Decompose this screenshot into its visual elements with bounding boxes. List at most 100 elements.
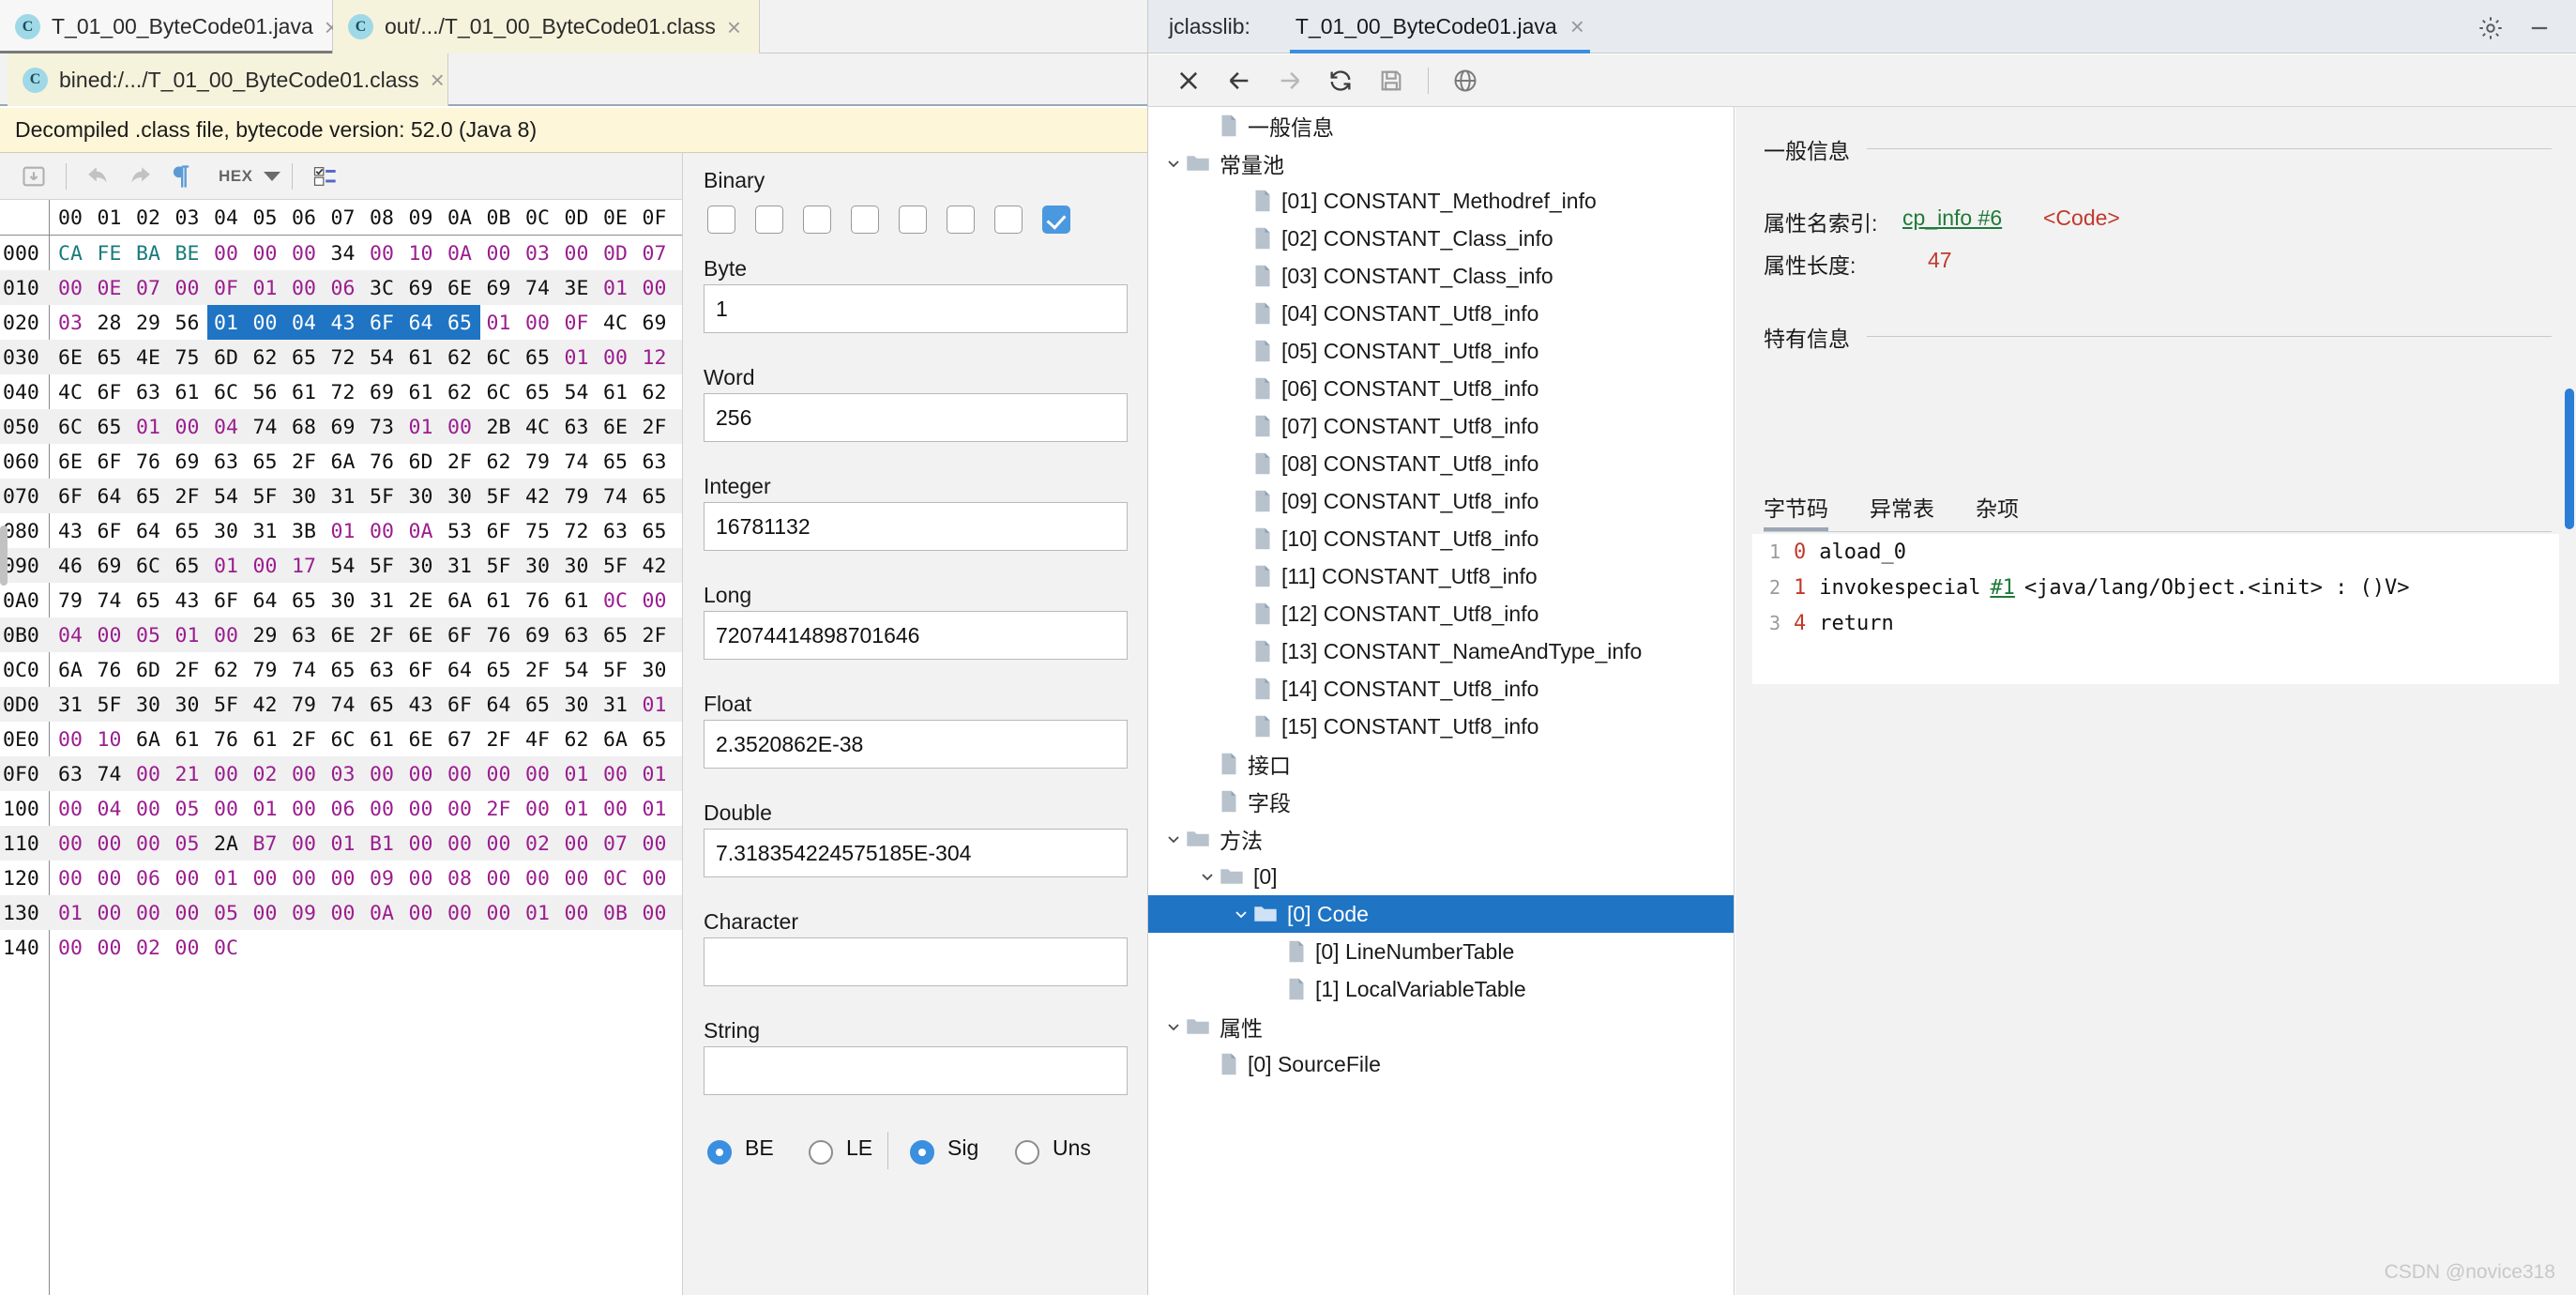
hex-byte[interactable]: 00 [253, 555, 278, 578]
tree-node[interactable]: [0] LineNumberTable [1148, 933, 1734, 970]
jclasslib-tab[interactable]: T_01_00_ByteCode01.java × [1290, 0, 1590, 53]
hex-byte[interactable]: 00 [370, 242, 394, 266]
tree-expander[interactable] [1229, 714, 1253, 739]
hex-byte[interactable]: 65 [603, 450, 628, 474]
hex-byte[interactable]: 00 [487, 763, 511, 786]
hex-byte[interactable]: 00 [565, 242, 589, 266]
hex-byte[interactable]: 79 [292, 693, 316, 717]
hex-byte[interactable]: 00 [409, 867, 433, 891]
hex-byte[interactable]: 0A [409, 520, 433, 543]
hex-byte[interactable]: 65 [525, 381, 550, 404]
hex-byte[interactable]: 00 [98, 624, 122, 648]
hex-byte[interactable]: 76 [214, 728, 238, 752]
tree-node[interactable]: [01] CONSTANT_Methodref_info [1148, 182, 1734, 220]
hex-byte[interactable]: 54 [331, 555, 356, 578]
hex-byte[interactable]: 6F [409, 659, 433, 682]
hex-byte[interactable]: 01 [525, 902, 550, 925]
hex-byte[interactable]: 74 [253, 416, 278, 439]
hex-byte[interactable]: 30 [565, 555, 589, 578]
inspector-field-double[interactable]: 7.318354224575185E-304 [704, 829, 1128, 877]
hex-row[interactable]: 0D0 31 5F 30 30 5F 42 79 74 65 43 6F 64 65 30 31 01 [0, 687, 682, 722]
hex-byte[interactable]: 61 [409, 346, 433, 370]
hex-byte[interactable]: 30 [409, 555, 433, 578]
hex-byte[interactable]: 6E [409, 624, 433, 648]
hex-byte[interactable]: 00 [525, 763, 550, 786]
hex-byte[interactable]: 43 [331, 312, 356, 335]
tree-expander[interactable] [1229, 564, 1253, 588]
hex-byte[interactable]: 62 [447, 346, 472, 370]
hex-byte[interactable]: 2F [292, 450, 316, 474]
hex-byte[interactable]: 43 [409, 693, 433, 717]
hex-byte[interactable]: 46 [58, 555, 83, 578]
hex-byte[interactable]: 42 [643, 555, 667, 578]
hex-byte[interactable]: 00 [292, 798, 316, 821]
hex-byte[interactable]: 76 [525, 589, 550, 613]
hex-byte[interactable]: 76 [487, 624, 511, 648]
hex-byte[interactable]: 00 [447, 763, 472, 786]
hex-byte[interactable]: B7 [253, 832, 278, 856]
checkbox-list-icon[interactable] [304, 158, 345, 195]
hex-byte[interactable]: 2F [487, 798, 511, 821]
hex-row[interactable]: 020 03 28 29 56 01 00 04 43 6F 64 65 01 00 0F 4C 69 [0, 305, 682, 340]
hex-byte[interactable]: 65 [175, 555, 200, 578]
hex-byte[interactable]: 00 [370, 798, 394, 821]
undo-icon[interactable] [78, 158, 119, 195]
hex-byte[interactable]: 30 [331, 589, 356, 613]
hex-byte[interactable]: 31 [58, 693, 83, 717]
hex-byte[interactable]: 2B [487, 416, 511, 439]
hex-byte[interactable]: 5F [370, 555, 394, 578]
hex-byte[interactable]: 00 [565, 832, 589, 856]
hex-byte[interactable]: 00 [58, 867, 83, 891]
hex-byte[interactable]: 00 [525, 798, 550, 821]
hex-byte[interactable]: 02 [525, 832, 550, 856]
hex-byte[interactable]: 30 [525, 555, 550, 578]
hex-byte[interactable]: 00 [292, 277, 316, 300]
hex-byte[interactable]: 65 [136, 589, 160, 613]
tree-expander[interactable] [1161, 1014, 1186, 1039]
hex-byte[interactable]: 65 [331, 659, 356, 682]
hex-byte[interactable]: 65 [292, 589, 316, 613]
hex-byte[interactable]: 61 [253, 728, 278, 752]
hex-byte[interactable]: 00 [292, 867, 316, 891]
hex-byte[interactable]: 00 [370, 520, 394, 543]
hex-byte[interactable]: 01 [136, 416, 160, 439]
hex-byte[interactable]: 75 [525, 520, 550, 543]
hex-byte[interactable]: 64 [447, 659, 472, 682]
binary-bit-checkbox[interactable] [899, 206, 927, 234]
hex-row[interactable]: 110 00 00 00 05 2A B7 00 01 B1 00 00 00 02 00 07 00 [0, 826, 682, 861]
hex-byte[interactable]: 79 [253, 659, 278, 682]
hex-byte[interactable]: 62 [565, 728, 589, 752]
hex-byte[interactable]: 29 [136, 312, 160, 335]
hex-byte[interactable]: 56 [175, 312, 200, 335]
hex-byte[interactable]: 00 [175, 937, 200, 960]
hex-byte[interactable]: 00 [98, 832, 122, 856]
hex-byte[interactable]: 61 [409, 381, 433, 404]
inspector-field-byte[interactable]: 1 [704, 284, 1128, 333]
hex-byte[interactable]: 00 [214, 624, 238, 648]
hex-byte[interactable]: 63 [565, 624, 589, 648]
tree-node[interactable]: [03] CONSTANT_Class_info [1148, 257, 1734, 295]
hex-byte[interactable]: 43 [58, 520, 83, 543]
forward-arrow-icon[interactable] [1265, 60, 1315, 101]
tree-node[interactable]: [0] [1148, 858, 1734, 895]
hex-byte[interactable]: 00 [525, 312, 550, 335]
tree-node[interactable]: [07] CONSTANT_Utf8_info [1148, 407, 1734, 445]
tree-node[interactable]: [15] CONSTANT_Utf8_info [1148, 708, 1734, 745]
paragraph-icon[interactable] [160, 158, 202, 195]
hex-byte[interactable]: 01 [58, 902, 83, 925]
tree-expander[interactable] [1229, 602, 1253, 626]
tree-node[interactable]: [0] SourceFile [1148, 1045, 1734, 1083]
hex-byte[interactable]: 63 [292, 624, 316, 648]
hex-byte[interactable]: 6F [447, 624, 472, 648]
hex-byte[interactable]: 00 [525, 867, 550, 891]
hex-byte[interactable]: 05 [214, 902, 238, 925]
inspector-field-long[interactable]: 72074414898701646 [704, 611, 1128, 660]
hex-byte[interactable]: 21 [175, 763, 200, 786]
hex-byte[interactable]: 62 [487, 450, 511, 474]
tree-node[interactable]: [0] Code [1148, 895, 1734, 933]
hex-byte[interactable]: 00 [214, 242, 238, 266]
radio-be[interactable] [707, 1140, 732, 1165]
hex-byte[interactable]: 2F [447, 450, 472, 474]
hex-byte[interactable]: 64 [409, 312, 433, 335]
hex-byte[interactable]: FE [98, 242, 122, 266]
